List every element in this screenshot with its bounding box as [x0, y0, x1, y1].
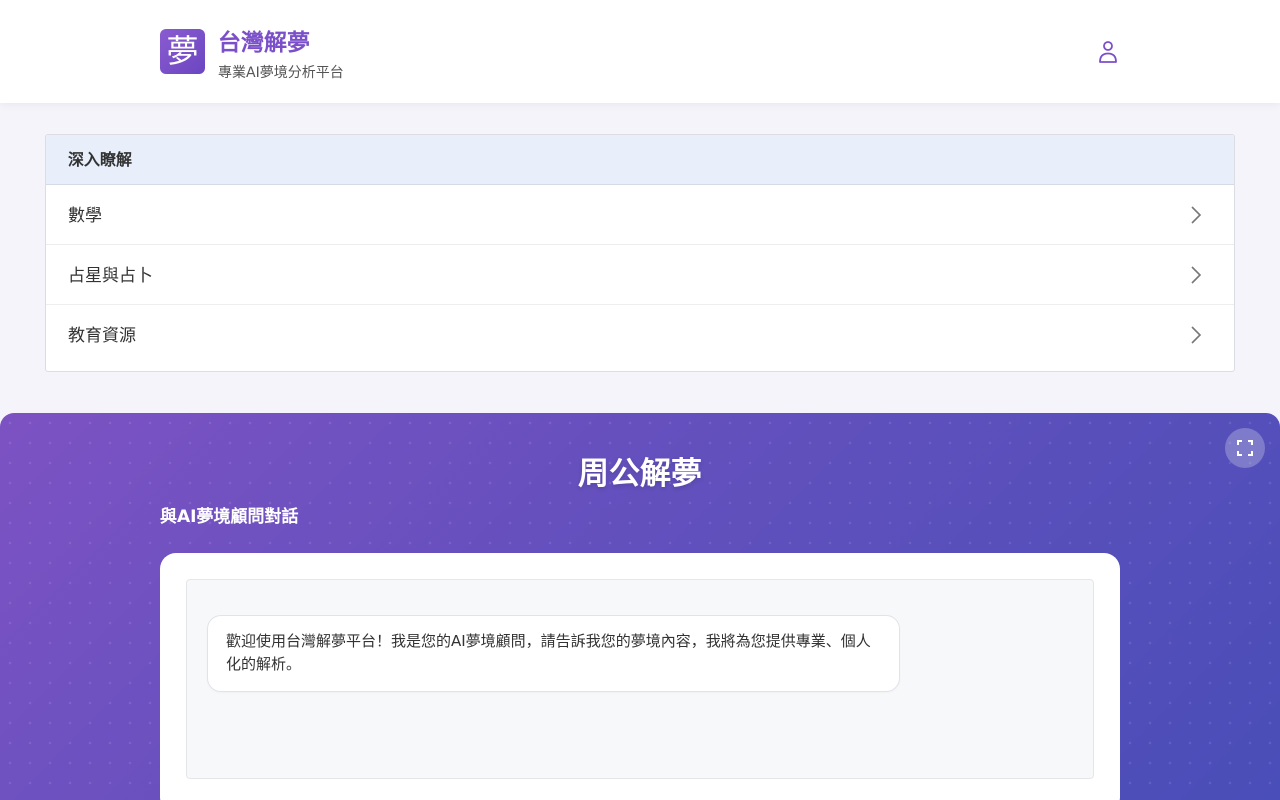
chevron-right-icon	[1191, 206, 1202, 224]
chevron-right-icon	[1191, 326, 1202, 344]
user-icon	[1099, 41, 1117, 63]
panel-item-label: 教育資源	[68, 326, 136, 346]
logo[interactable]: 夢	[160, 29, 205, 74]
chevron-right-icon	[1191, 266, 1202, 284]
user-button[interactable]	[1094, 38, 1122, 66]
panel-item-math[interactable]: 數學	[46, 185, 1234, 245]
chat-section: 周公解夢 與AI夢境顧問對話 歡迎使用台灣解夢平台！我是您的AI夢境顧問，請告訴…	[0, 413, 1280, 800]
chat-subtitle: 與AI夢境顧問對話	[160, 507, 299, 527]
site-header: 夢 台灣解夢 專業AI夢境分析平台	[0, 0, 1280, 103]
chat-card: 歡迎使用台灣解夢平台！我是您的AI夢境顧問，請告訴我您的夢境內容，我將為您提供專…	[160, 553, 1120, 800]
assistant-message: 歡迎使用台灣解夢平台！我是您的AI夢境顧問，請告訴我您的夢境內容，我將為您提供專…	[207, 615, 900, 692]
panel-heading: 深入瞭解	[46, 135, 1234, 185]
site-title[interactable]: 台灣解夢	[218, 23, 310, 57]
panel-item-astrology[interactable]: 占星與占卜	[46, 245, 1234, 305]
fullscreen-icon	[1237, 440, 1253, 456]
panel-item-label: 占星與占卜	[68, 266, 153, 286]
deep-understanding-panel: 深入瞭解 數學 占星與占卜 教育資源	[45, 134, 1235, 372]
chat-title: 周公解夢	[578, 456, 702, 492]
fullscreen-button[interactable]	[1225, 428, 1265, 468]
chat-messages[interactable]: 歡迎使用台灣解夢平台！我是您的AI夢境顧問，請告訴我您的夢境內容，我將為您提供專…	[186, 579, 1094, 779]
panel-item-education[interactable]: 教育資源	[46, 305, 1234, 365]
site-subtitle: 專業AI夢境分析平台	[218, 65, 344, 81]
panel-item-label: 數學	[68, 206, 102, 226]
